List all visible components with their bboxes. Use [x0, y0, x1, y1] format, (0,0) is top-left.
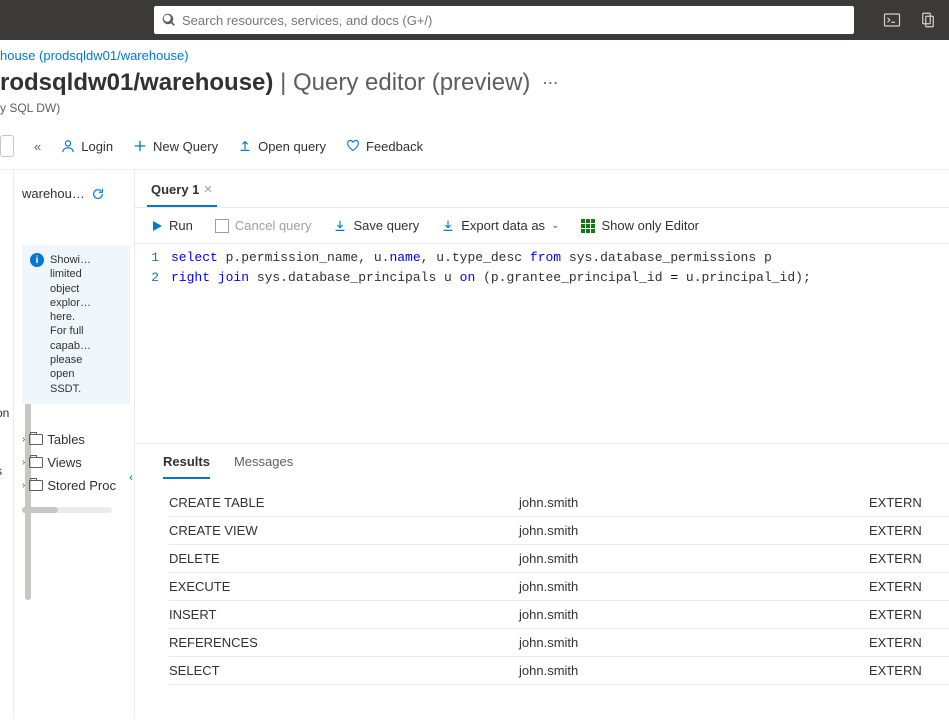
page-title: rodsqldw01/warehouse) | Query editor (pr…: [0, 69, 530, 97]
global-search[interactable]: [154, 6, 854, 34]
explorer-hscrollbar[interactable]: [22, 507, 112, 513]
heart-icon: [346, 139, 360, 153]
results-tabs: Results Messages: [135, 443, 949, 479]
page-subtitle: y SQL DW): [0, 101, 949, 129]
query-tabs: Query 1 ✕: [135, 170, 949, 208]
collapse-nav-icon[interactable]: «: [34, 139, 41, 154]
folder-icon: [29, 457, 43, 468]
global-topbar: [0, 0, 949, 40]
folder-icon: [29, 480, 43, 491]
table-row[interactable]: SELECTjohn.smithEXTERN: [169, 657, 949, 685]
info-icon: i: [30, 253, 44, 267]
show-only-editor-button[interactable]: Show only Editor: [581, 218, 699, 233]
person-icon: [61, 139, 75, 153]
more-actions-icon[interactable]: ⋯: [542, 73, 560, 93]
feedback-button[interactable]: Feedback: [346, 139, 423, 154]
info-text: Showi…limitedobjectexplor…here.For fullc…: [50, 253, 91, 396]
table-row[interactable]: CREATE VIEWjohn.smithEXTERN: [169, 517, 949, 545]
search-icon: [162, 13, 176, 27]
table-row[interactable]: DELETEjohn.smithEXTERN: [169, 545, 949, 573]
chevron-right-icon: ›: [22, 457, 25, 468]
page-header: rodsqldw01/warehouse) | Query editor (pr…: [0, 69, 949, 101]
main-content: on s warehou… i Showi…limitedobjectexplo…: [0, 169, 949, 718]
editor-area: Query 1 ✕ Run Cancel query Save query Ex…: [135, 170, 949, 718]
tab-messages[interactable]: Messages: [234, 454, 293, 479]
explorer-tree: ›Tables ›Views ›Stored Proc: [22, 428, 130, 497]
login-button[interactable]: Login: [61, 139, 113, 154]
results-grid: CREATE TABLEjohn.smithEXTERNCREATE VIEWj…: [135, 479, 949, 685]
chevron-right-icon: ›: [22, 434, 25, 445]
table-row[interactable]: EXECUTEjohn.smithEXTERN: [169, 573, 949, 601]
notifications-icon[interactable]: [919, 11, 937, 29]
breadcrumb: house (prodsqldw01/warehouse): [0, 40, 949, 69]
chevron-right-icon: ›: [22, 480, 25, 491]
object-explorer: warehou… i Showi…limitedobjectexplor…her…: [14, 170, 134, 718]
leftnav-item-fragment[interactable]: on: [0, 406, 9, 420]
table-row[interactable]: INSERTjohn.smithEXTERN: [169, 601, 949, 629]
folder-icon: [29, 434, 43, 445]
query-tab-1[interactable]: Query 1 ✕: [147, 176, 217, 207]
upload-icon: [238, 139, 252, 153]
open-query-button[interactable]: Open query: [238, 139, 326, 154]
query-toolbar: Run Cancel query Save query Export data …: [135, 208, 949, 243]
sql-editor[interactable]: 1select p.permission_name, u.name, u.typ…: [135, 243, 949, 443]
command-bar: « Login New Query Open query Feedback: [0, 129, 949, 169]
search-input[interactable]: [182, 13, 846, 28]
tree-sprocs[interactable]: ›Stored Proc: [22, 474, 130, 497]
chevron-down-icon: ⌄: [551, 220, 559, 231]
tree-tables[interactable]: ›Tables: [22, 428, 130, 451]
close-icon[interactable]: ✕: [203, 183, 212, 196]
tree-views[interactable]: ›Views: [22, 451, 130, 474]
pin-placeholder[interactable]: [0, 135, 14, 157]
leftnav-item-fragment[interactable]: s: [0, 464, 2, 478]
download-icon: [333, 219, 347, 233]
download-icon: [441, 219, 455, 233]
refresh-icon[interactable]: [91, 187, 105, 201]
pane-divider[interactable]: ‹: [134, 170, 135, 718]
grid-icon: [581, 219, 595, 233]
plus-icon: [133, 139, 147, 153]
left-nav-collapsed: on s: [0, 170, 14, 718]
breadcrumb-link[interactable]: house (prodsqldw01/warehouse): [0, 48, 189, 63]
export-data-button[interactable]: Export data as ⌄: [441, 218, 559, 233]
stop-icon: [215, 219, 229, 233]
table-row[interactable]: REFERENCESjohn.smithEXTERN: [169, 629, 949, 657]
cancel-query-button[interactable]: Cancel query: [215, 218, 312, 233]
play-icon: [151, 220, 163, 232]
new-query-button[interactable]: New Query: [133, 139, 218, 154]
save-query-button[interactable]: Save query: [333, 218, 419, 233]
table-row[interactable]: CREATE TABLEjohn.smithEXTERN: [169, 489, 949, 517]
cloud-shell-icon[interactable]: [883, 11, 901, 29]
tab-results[interactable]: Results: [163, 454, 210, 479]
collapse-explorer-icon[interactable]: ‹: [129, 470, 133, 484]
explorer-db-label: warehou…: [22, 186, 130, 201]
run-button[interactable]: Run: [151, 218, 193, 233]
explorer-info-box: i Showi…limitedobjectexplor…here.For ful…: [22, 245, 130, 404]
